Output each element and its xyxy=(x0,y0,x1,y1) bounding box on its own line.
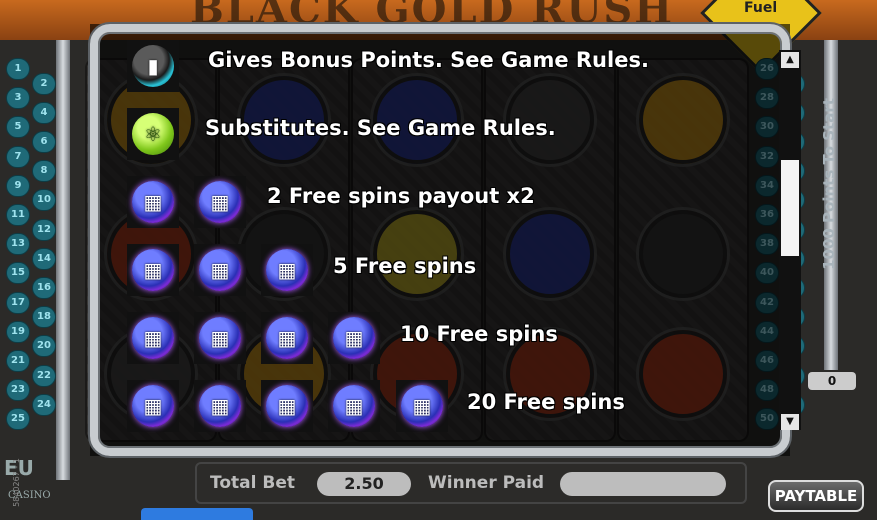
payline-number[interactable]: 10 xyxy=(32,189,56,212)
scatter-oil-rig-icon: ▦ xyxy=(396,380,448,432)
paytable-row-3-scatter: 5 Free spins xyxy=(333,254,477,278)
payline-number[interactable]: 15 xyxy=(6,262,30,285)
scatter-oil-rig-icon: ▦ xyxy=(127,312,179,364)
scroll-up-arrow-icon[interactable]: ▲ xyxy=(781,52,799,68)
scatter-oil-rig-icon: ▦ xyxy=(127,380,179,432)
scroll-thumb[interactable] xyxy=(781,160,799,256)
payline-number[interactable]: 21 xyxy=(6,350,30,372)
payline-number[interactable]: 5 xyxy=(6,116,30,139)
total-bet-label: Total Bet xyxy=(210,473,295,493)
payline-number[interactable]: 1 xyxy=(6,58,30,80)
payline-number[interactable]: 22 xyxy=(32,364,56,387)
version-code: 5840267 - 1 xyxy=(11,458,21,507)
payline-number[interactable]: 20 xyxy=(32,335,56,358)
payline-number[interactable]: 6 xyxy=(32,131,56,153)
payline-number[interactable]: 13 xyxy=(6,233,30,256)
payline-number[interactable]: 25 xyxy=(6,408,30,431)
scatter-oil-rig-icon: ▦ xyxy=(194,244,246,296)
payline-number[interactable]: 23 xyxy=(6,379,30,402)
scroll-down-arrow-icon[interactable]: ▼ xyxy=(781,414,799,430)
side-counter: 0 xyxy=(808,372,856,390)
payline-number[interactable]: 2 xyxy=(32,72,56,95)
payline-number[interactable]: 11 xyxy=(6,204,30,226)
paytable-row-bonus: Gives Bonus Points. See Game Rules. xyxy=(208,48,649,72)
scatter-oil-rig-icon: ▦ xyxy=(261,380,313,432)
paytable-row-2-scatter: 2 Free spins payout x2 xyxy=(267,184,535,208)
payline-number[interactable]: 12 xyxy=(32,218,56,241)
payline-number[interactable]: 24 xyxy=(32,393,56,416)
scatter-oil-rig-icon: ▦ xyxy=(127,176,179,228)
payline-number[interactable]: 8 xyxy=(32,160,56,183)
payline-number[interactable]: 7 xyxy=(6,145,30,168)
winner-paid-label: Winner Paid xyxy=(428,473,545,493)
left-pipe xyxy=(56,40,70,480)
paytable-row-wild: Substitutes. See Game Rules. xyxy=(205,116,556,140)
bonus-barrel-icon: ▮ xyxy=(127,40,179,92)
total-bet-value: 2.50 xyxy=(317,472,411,496)
payline-number[interactable]: 18 xyxy=(32,306,56,329)
scatter-oil-rig-icon: ▦ xyxy=(194,176,246,228)
fuel-sign-label: Fuel xyxy=(744,0,778,16)
scatter-oil-rig-icon: ▦ xyxy=(261,244,313,296)
points-to-start-label: 1000 Points To Start xyxy=(820,98,839,270)
payline-number[interactable]: 14 xyxy=(32,247,56,270)
paytable-row-4-scatter: 10 Free spins xyxy=(400,322,558,346)
wild-atom-icon: ⚛ xyxy=(127,108,179,160)
paytable-button[interactable]: PAYTABLE xyxy=(768,480,864,512)
payline-number[interactable]: 16 xyxy=(32,277,56,299)
scatter-oil-rig-icon: ▦ xyxy=(328,312,380,364)
scatter-oil-rig-icon: ▦ xyxy=(261,312,313,364)
scatter-oil-rig-icon: ▦ xyxy=(127,244,179,296)
payline-number[interactable]: 4 xyxy=(32,101,56,124)
payline-number[interactable]: 9 xyxy=(6,174,30,197)
scatter-oil-rig-icon: ▦ xyxy=(328,380,380,432)
winner-paid-value xyxy=(560,472,726,496)
payline-number[interactable]: 17 xyxy=(6,291,30,314)
scatter-oil-rig-icon: ▦ xyxy=(194,312,246,364)
payline-number[interactable]: 3 xyxy=(6,87,30,110)
paytable-row-5-scatter: 20 Free spins xyxy=(467,390,625,414)
scatter-oil-rig-icon: ▦ xyxy=(194,380,246,432)
payline-number[interactable]: 19 xyxy=(6,320,30,343)
bottom-tab[interactable] xyxy=(141,508,253,520)
